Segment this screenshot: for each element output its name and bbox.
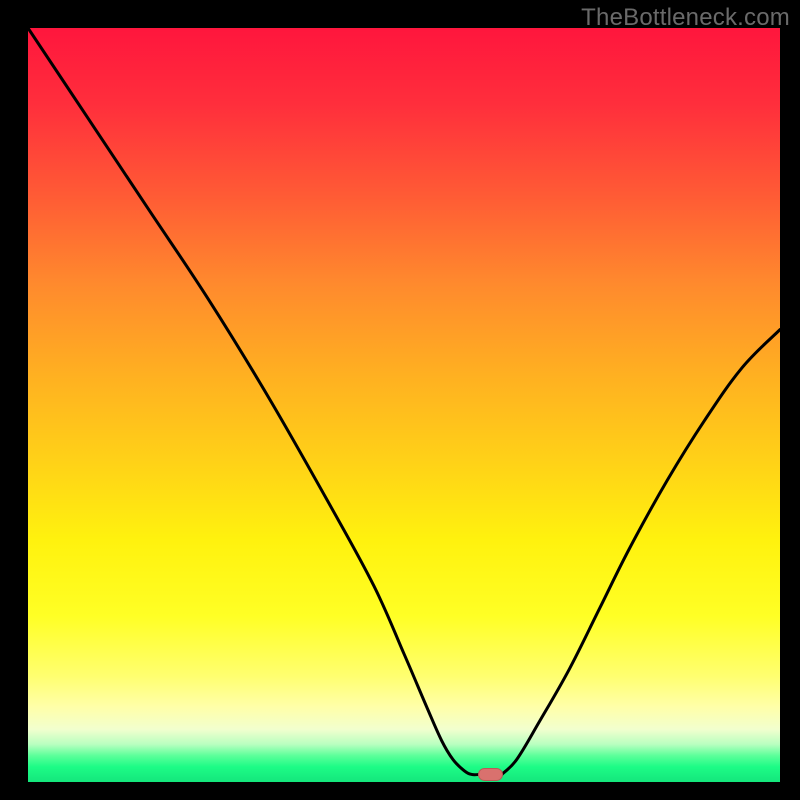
bottleneck-curve-right [502, 330, 780, 775]
min-marker [478, 768, 502, 780]
curve-svg [28, 28, 780, 782]
plot-area [28, 28, 780, 782]
chart-frame: TheBottleneck.com [0, 0, 800, 800]
bottleneck-curve-left [28, 28, 479, 775]
